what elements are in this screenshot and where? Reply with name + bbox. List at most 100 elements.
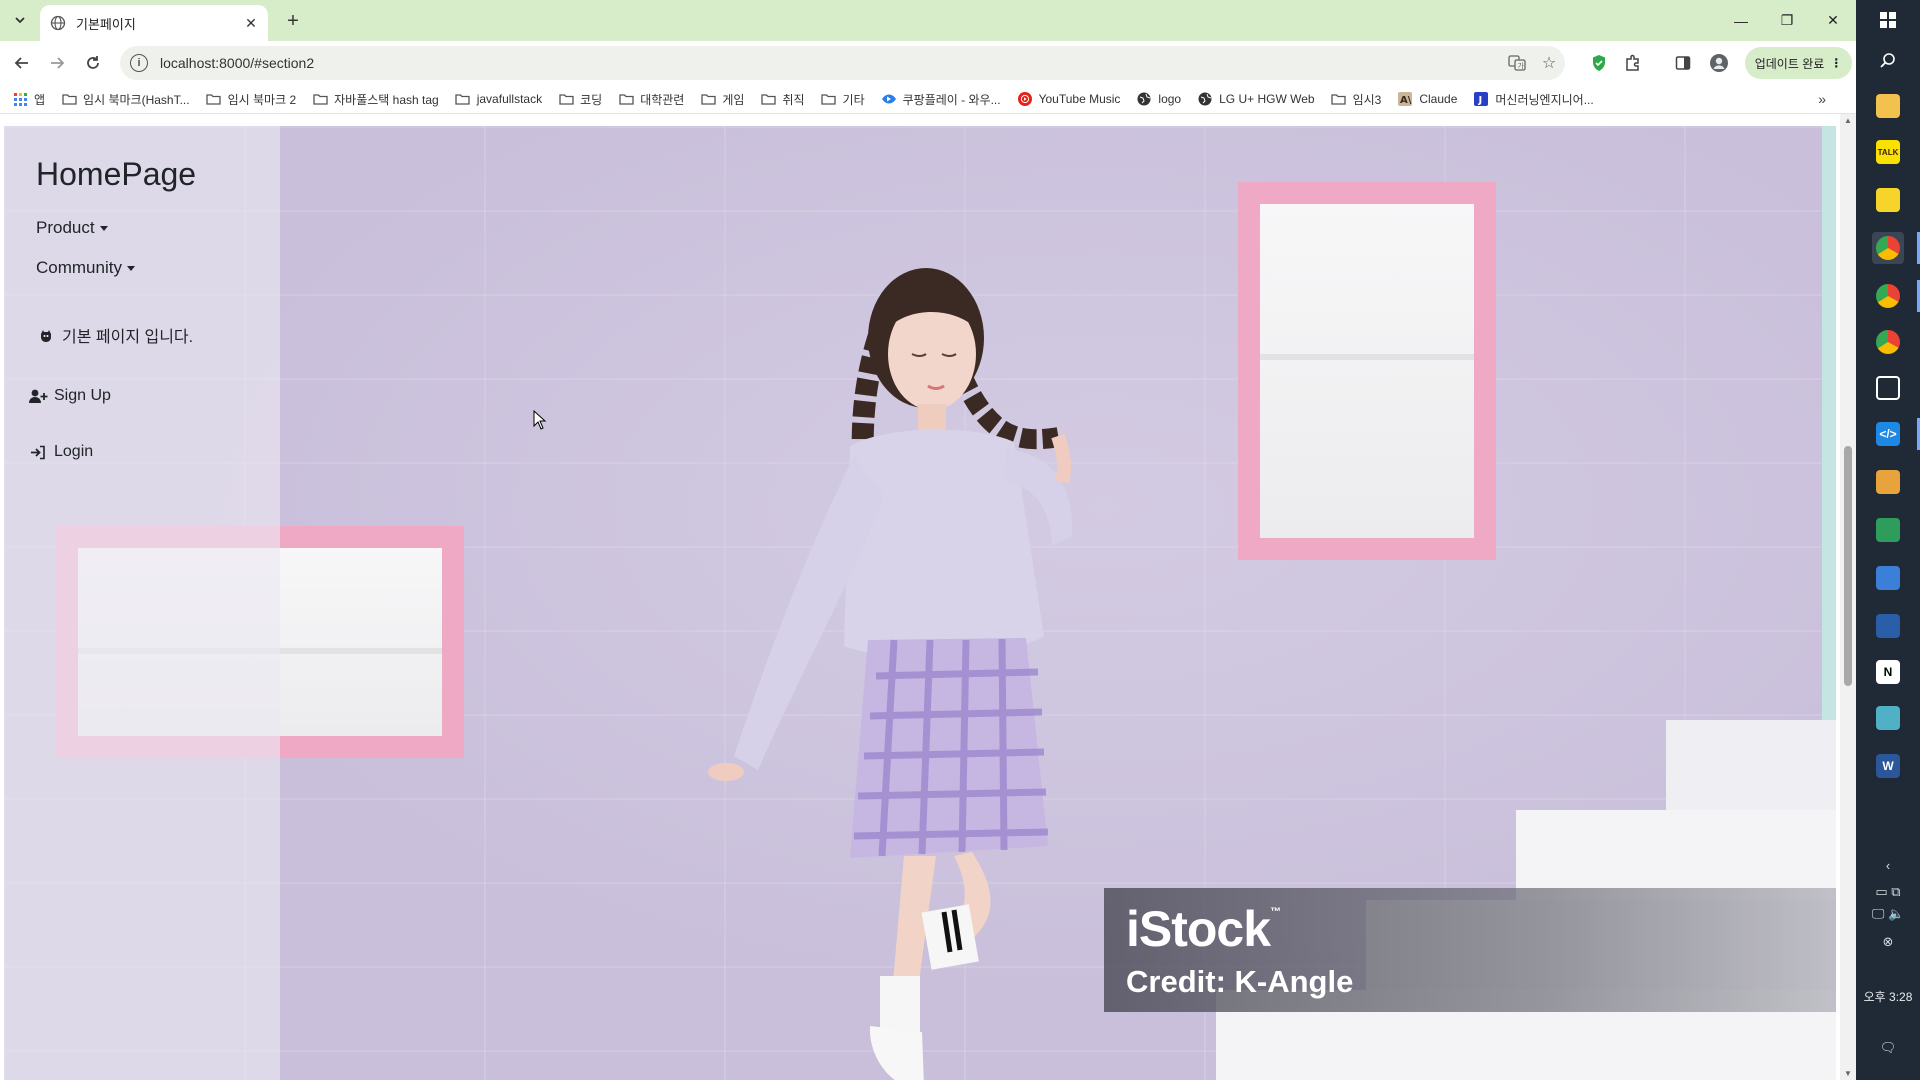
bookmark-star-icon[interactable]: ☆ xyxy=(1533,47,1565,79)
product-dropdown[interactable]: Product xyxy=(36,218,108,238)
folder-icon xyxy=(760,92,776,106)
bookmark-folder[interactable]: javafullstack xyxy=(455,92,542,106)
windows-start-button[interactable] xyxy=(1872,4,1904,36)
bookmark-label: 취직 xyxy=(782,92,805,107)
forward-button[interactable] xyxy=(44,50,70,76)
login-link[interactable]: Login xyxy=(28,443,93,461)
taskbar-chrome-3[interactable] xyxy=(1872,326,1904,358)
istock-credit: Credit: K-Angle xyxy=(1126,964,1354,999)
taskbar-app-green[interactable] xyxy=(1872,514,1904,546)
chevron-down-icon xyxy=(15,17,25,24)
taskbar-word[interactable]: W xyxy=(1872,750,1904,782)
tray-close-circle-icon[interactable]: ⊗ xyxy=(1856,934,1920,950)
taskbar-vscode[interactable]: </> xyxy=(1872,418,1904,450)
community-label: Community xyxy=(36,258,122,277)
tab-search-button[interactable] xyxy=(8,8,32,32)
scrollbar-thumb[interactable] xyxy=(1844,446,1852,686)
address-bar[interactable]: i localhost:8000/#section2 가 ☆ xyxy=(120,46,1565,80)
taskbar-search-button[interactable] xyxy=(1872,44,1904,76)
bookmark-folder[interactable]: 코딩 xyxy=(558,91,602,108)
back-button[interactable] xyxy=(9,50,35,76)
folder-icon xyxy=(618,92,634,106)
update-complete-button[interactable]: 업데이트 완료 ⋮ xyxy=(1745,47,1852,79)
tray-expand-icon[interactable]: ‹ xyxy=(1856,858,1920,873)
taskbar-app-orange[interactable] xyxy=(1872,466,1904,498)
bookmark-item[interactable]: 앱 xyxy=(12,91,45,108)
bookmark-label: 기타 xyxy=(842,92,865,107)
windows-logo-icon xyxy=(1880,12,1896,28)
tab-close-icon[interactable]: ✕ xyxy=(242,14,260,32)
bookmark-label: 자바풀스택 hash tag xyxy=(334,92,439,107)
bookmark-label: logo xyxy=(1158,92,1182,106)
taskbar-kakaotalk[interactable]: TALK xyxy=(1872,136,1904,168)
more-bookmarks-icon[interactable]: » xyxy=(1818,91,1826,107)
restore-button[interactable]: ❐ xyxy=(1764,0,1810,41)
taskbar-sticky-notes[interactable] xyxy=(1872,184,1904,216)
notification-icon[interactable]: 🗨 xyxy=(1856,1040,1920,1056)
taskbar-app-blue[interactable] xyxy=(1872,610,1904,642)
bookmarks-bar: 앱 임시 북마크(HashT... 임시 북마크 2 자바풀스택 hash ta… xyxy=(0,85,1856,114)
bookmark-label: 앱 xyxy=(34,92,46,107)
svg-text:가: 가 xyxy=(1518,61,1525,70)
translate-icon[interactable]: 가 xyxy=(1501,47,1533,79)
taskbar-chrome-active[interactable] xyxy=(1872,232,1904,264)
scroll-down-arrow-icon[interactable]: ▼ xyxy=(1844,1069,1852,1078)
reload-button[interactable] xyxy=(80,50,106,76)
svg-text:A\: A\ xyxy=(1400,95,1412,106)
folder-icon xyxy=(312,92,328,106)
caret-down-icon xyxy=(99,225,108,231)
taskbar-chrome-2[interactable] xyxy=(1872,280,1904,312)
bookmark-folder[interactable]: 대학관련 xyxy=(618,91,684,108)
taskbar-remote-desktop[interactable] xyxy=(1872,562,1904,594)
brand-title[interactable]: HomePage xyxy=(36,156,196,193)
bookmark-item[interactable]: logo xyxy=(1136,92,1181,106)
site-info-icon[interactable]: i xyxy=(130,54,148,72)
tray-volume-icon[interactable]: 🖵 🔈 xyxy=(1856,906,1920,922)
bookmark-folder[interactable]: 취직 xyxy=(760,91,805,108)
close-window-button[interactable]: ✕ xyxy=(1810,0,1856,41)
bookmark-item[interactable]: YouTube Music xyxy=(1017,92,1121,106)
browser-tab[interactable]: 기본페이지 ✕ xyxy=(40,5,268,41)
scroll-up-arrow-icon[interactable]: ▲ xyxy=(1844,116,1852,125)
bookmark-folder[interactable]: 자바풀스택 hash tag xyxy=(312,91,439,108)
bookmark-label: 게임 xyxy=(722,92,745,107)
tray-network-icon[interactable]: ▭ ⧉ xyxy=(1856,884,1920,900)
bookmark-folder[interactable]: 게임 xyxy=(700,91,744,108)
shield-extension-icon[interactable] xyxy=(1586,50,1612,76)
bookmark-item[interactable]: J 머신러닝엔지니어... xyxy=(1473,91,1594,108)
taskbar-app-teal[interactable] xyxy=(1872,702,1904,734)
globe-icon xyxy=(1136,92,1152,106)
folder-icon xyxy=(1331,92,1347,106)
browser-toolbar: i localhost:8000/#section2 가 ☆ 업데이트 완료 ⋮ xyxy=(0,41,1856,85)
page-scrollbar[interactable]: ▲ ▼ xyxy=(1840,114,1856,1080)
user-plus-icon xyxy=(28,387,48,405)
coupang-play-icon xyxy=(881,92,897,106)
community-dropdown[interactable]: Community xyxy=(36,258,135,278)
bookmark-label: 코딩 xyxy=(580,92,603,107)
side-panel-icon[interactable] xyxy=(1670,50,1696,76)
minimize-button[interactable]: — xyxy=(1718,0,1764,41)
window-stack-icon xyxy=(1876,470,1900,494)
bookmark-item[interactable]: 쿠팡플레이 - 와우... xyxy=(881,91,1001,108)
new-tab-button[interactable]: + xyxy=(280,8,306,34)
url-text[interactable]: localhost:8000/#section2 xyxy=(160,55,1501,71)
word-icon: W xyxy=(1876,754,1900,778)
signup-link[interactable]: Sign Up xyxy=(28,387,111,405)
bookmark-folder[interactable]: 임시3 xyxy=(1331,91,1381,108)
bookmark-label: YouTube Music xyxy=(1038,92,1121,106)
taskbar-file-explorer[interactable] xyxy=(1872,90,1904,122)
extensions-puzzle-icon[interactable] xyxy=(1620,50,1646,76)
windows-taskbar: TALK </> N W ‹ ▭ ⧉ 🖵 🔈 ⊗ 오후 3:28 🗨 xyxy=(1856,0,1920,1080)
browser-window: 기본페이지 ✕ + — ❐ ✕ i localhost:8000/#sectio… xyxy=(0,0,1856,1080)
bookmark-item[interactable]: LG U+ HGW Web xyxy=(1197,92,1315,106)
taskbar-notion[interactable]: N xyxy=(1872,656,1904,688)
bookmark-folder[interactable]: 기타 xyxy=(821,91,865,108)
bookmark-item[interactable]: A\ Claude xyxy=(1397,92,1457,106)
taskbar-clock[interactable]: 오후 3:28 xyxy=(1856,988,1920,1005)
taskbar-3d-viewer[interactable] xyxy=(1872,372,1904,404)
folder-icon xyxy=(1876,94,1900,118)
profile-avatar-icon[interactable] xyxy=(1706,50,1732,76)
bookmark-folder[interactable]: 임시 북마크 2 xyxy=(206,91,296,108)
login-label: Login xyxy=(54,443,94,460)
bookmark-folder[interactable]: 임시 북마크(HashT... xyxy=(61,91,190,108)
